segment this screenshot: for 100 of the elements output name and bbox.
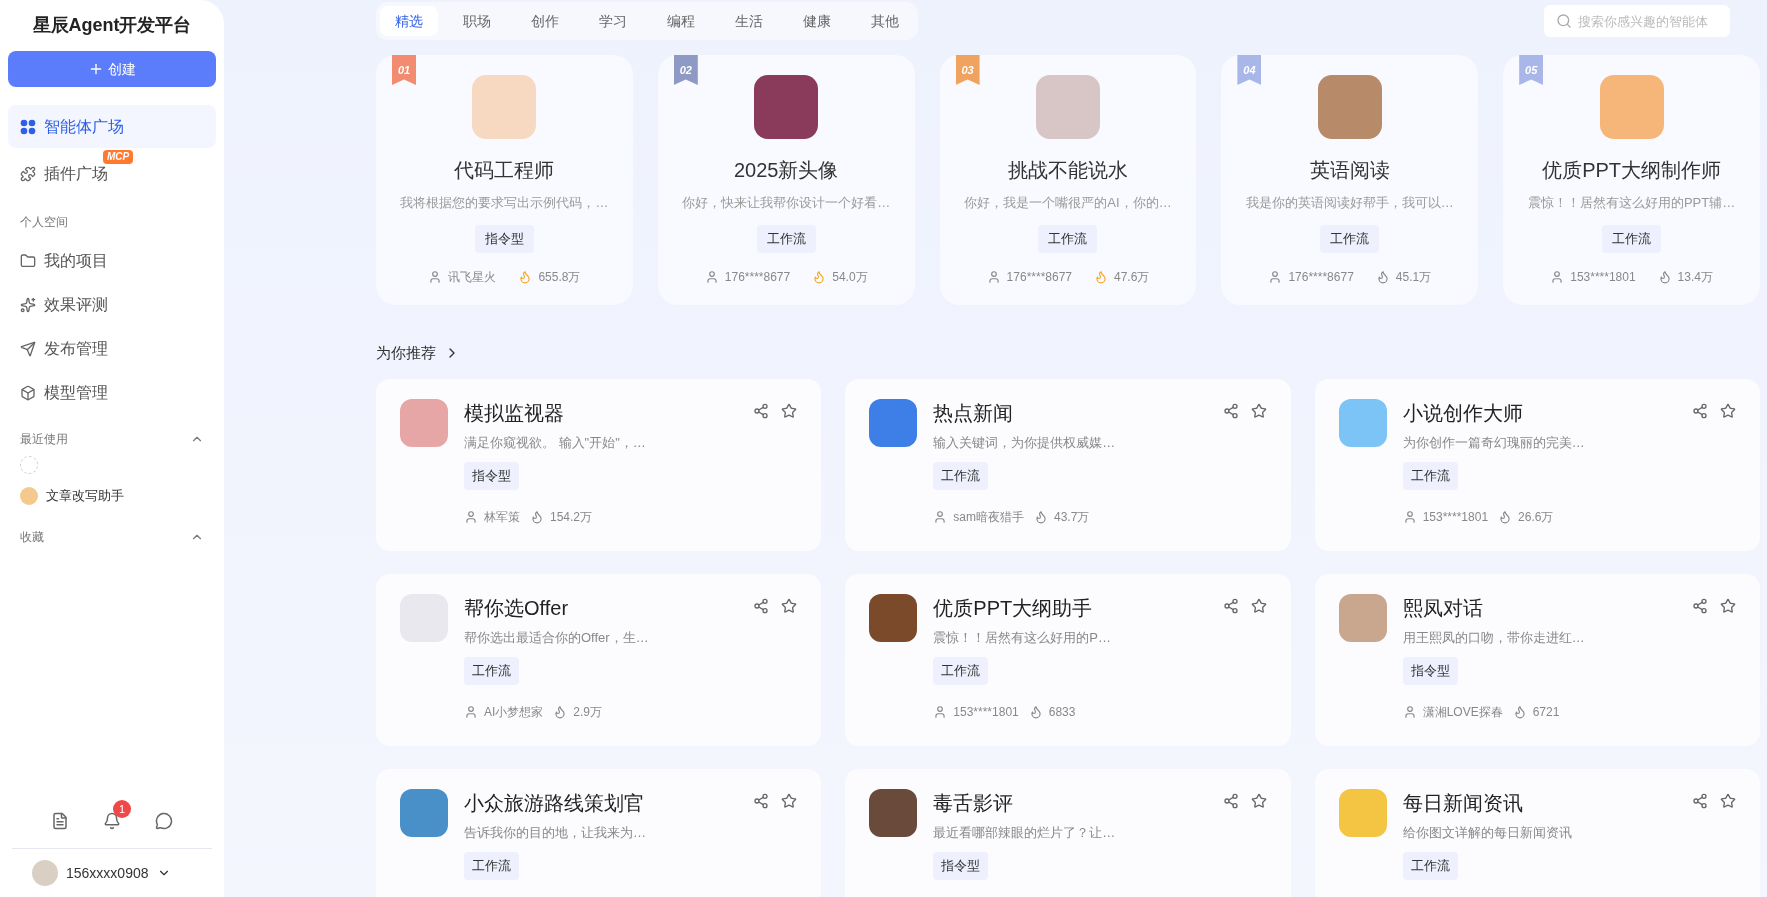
nav-item[interactable]: 我的项目 xyxy=(8,239,216,282)
cube-icon xyxy=(20,384,36,401)
star-icon[interactable] xyxy=(1720,792,1736,809)
agent-description: 最近看哪部辣眼的烂片了？让… xyxy=(933,823,1116,842)
nav-item[interactable]: 模型管理 xyxy=(8,371,216,414)
agent-card[interactable]: 01 代码工程师 我将根据您的要求写出示例代码，… 指令型 讯飞星火 655.8万 xyxy=(376,55,633,305)
flame-icon xyxy=(1028,705,1043,719)
category-tab[interactable]: 学习 xyxy=(584,6,642,36)
agent-title: 熙凤对话 xyxy=(1402,595,1483,621)
user-icon xyxy=(986,269,1001,284)
author-name: 林军策 xyxy=(484,509,520,526)
folder-icon xyxy=(20,252,36,269)
agent-card[interactable]: 05 优质PPT大纲制作师 震惊！！居然有这么好用的PPT辅… 工作流 153****1801 13.4万 xyxy=(1503,55,1760,305)
user-icon xyxy=(428,269,443,284)
share-icon[interactable] xyxy=(1222,402,1239,419)
agent-card[interactable]: 小说创作大师 为你创作一篇奇幻瑰丽的完美… 工作流 153****1801 26.6万 xyxy=(1314,378,1760,551)
flame-icon xyxy=(1034,510,1048,524)
star-icon[interactable] xyxy=(781,402,798,419)
heat-count: 6833 xyxy=(1048,704,1076,721)
user-icon xyxy=(704,269,719,284)
star-icon[interactable] xyxy=(1720,597,1736,614)
agent-title: 模拟监视器 xyxy=(464,400,564,426)
agent-title: 代码工程师 xyxy=(454,158,555,183)
sparkles-icon xyxy=(20,296,36,313)
user-icon xyxy=(1402,510,1417,524)
notification-badge: 1 xyxy=(113,800,131,818)
agent-card[interactable]: 每日新闻资讯 给你图文详解的每日新闻资讯 工作流 xyxy=(1314,768,1760,897)
create-button[interactable]: 创建 xyxy=(8,51,216,87)
author-name: 153****1801 xyxy=(1570,268,1636,286)
share-icon[interactable] xyxy=(753,597,770,614)
category-tab[interactable]: 健康 xyxy=(788,6,846,36)
nav-item[interactable]: 智能体广场 xyxy=(8,105,216,148)
puzzle-icon xyxy=(20,165,36,182)
agent-card[interactable]: 熙凤对话 用王熙凤的口吻，带你走进红… 指令型 潇湘LOVE探春 6721 xyxy=(1314,573,1760,746)
star-icon[interactable] xyxy=(1250,402,1267,419)
share-icon[interactable] xyxy=(1692,402,1708,419)
search-icon xyxy=(1556,13,1572,29)
user-icon xyxy=(1402,705,1417,719)
type-tag: 工作流 xyxy=(464,852,519,880)
category-tab[interactable]: 其他 xyxy=(856,6,914,36)
agent-image xyxy=(754,75,819,139)
star-icon[interactable] xyxy=(1720,402,1736,419)
type-tag: 指令型 xyxy=(464,462,519,490)
share-icon[interactable] xyxy=(753,792,770,809)
agent-image xyxy=(1317,75,1382,139)
heat-count: 6721 xyxy=(1532,704,1560,721)
agent-card[interactable]: 热点新闻 输入关键词，为你提供权威媒… 工作流 sam暗夜猎手 43.7万 xyxy=(845,378,1291,551)
author-name: sam暗夜猎手 xyxy=(953,509,1024,526)
agent-title: 帮你选Offer xyxy=(464,595,569,621)
agent-title: 热点新闻 xyxy=(933,400,1014,426)
heat-count: 47.6万 xyxy=(1114,268,1150,286)
chat-icon[interactable] xyxy=(155,812,173,830)
section-link[interactable]: 为你推荐 xyxy=(376,342,1760,365)
category-tab[interactable]: 生活 xyxy=(720,6,778,36)
nav-item[interactable]: 效果评测 xyxy=(8,283,216,326)
star-icon[interactable] xyxy=(1250,792,1267,809)
nav-item[interactable]: 发布管理 xyxy=(8,327,216,370)
user-icon xyxy=(1268,269,1283,284)
nav-item[interactable]: MCP 插件广场 xyxy=(8,152,216,195)
search-field[interactable]: 搜索你感兴趣的智能体 xyxy=(1544,5,1730,37)
heat-count: 655.8万 xyxy=(538,268,581,286)
avatar-image xyxy=(32,860,58,886)
section-label: 个人空间 xyxy=(19,214,69,231)
share-icon[interactable] xyxy=(1692,792,1708,809)
category-tab[interactable]: 创作 xyxy=(516,6,574,36)
agent-description: 给你图文详解的每日新闻资讯 xyxy=(1402,823,1572,842)
section-label: 收藏 xyxy=(20,528,44,546)
agent-card[interactable]: 优质PPT大纲助手 震惊！！居然有这么好用的P… 工作流 153****1801 6833 xyxy=(845,573,1291,746)
share-icon[interactable] xyxy=(1222,597,1239,614)
user-icon xyxy=(933,705,948,719)
share-icon[interactable] xyxy=(1222,792,1239,809)
agent-image xyxy=(472,75,537,139)
bell-icon[interactable] xyxy=(103,812,121,830)
document-icon[interactable] xyxy=(51,812,69,830)
star-icon[interactable] xyxy=(781,597,798,614)
mcp-badge: MCP xyxy=(103,150,134,164)
share-icon[interactable] xyxy=(753,402,770,419)
user-menu[interactable]: 156xxxx0908 xyxy=(8,849,216,897)
category-tab[interactable]: 编程 xyxy=(652,6,710,36)
author-name: 176****8677 xyxy=(724,268,791,286)
heat-count: 43.7万 xyxy=(1054,509,1090,526)
agent-card[interactable]: 小众旅游路线策划官 告诉我你的目的地，让我来为… 工作流 xyxy=(376,768,822,897)
star-icon[interactable] xyxy=(781,792,798,809)
category-tab[interactable]: 精选 xyxy=(380,6,438,36)
share-icon[interactable] xyxy=(1692,597,1708,614)
type-tag: 工作流 xyxy=(464,657,519,685)
agent-image xyxy=(869,398,918,447)
category-tab[interactable]: 职场 xyxy=(448,6,506,36)
agent-description: 输入关键词，为你提供权威媒… xyxy=(933,433,1116,452)
star-icon[interactable] xyxy=(1250,597,1267,614)
agent-card[interactable]: 模拟监视器 满足你窥视欲。 输入"开始"，… 指令型 林军策 154.2万 xyxy=(376,378,822,551)
recent-item[interactable]: 文章改写助手 xyxy=(20,486,204,506)
user-icon xyxy=(464,705,478,719)
agent-card[interactable]: 毒舌影评 最近看哪部辣眼的烂片了？让… 指令型 xyxy=(845,768,1291,897)
agent-description: 为你创作一篇奇幻瑰丽的完美… xyxy=(1402,433,1585,452)
agent-title: 挑战不能说水 xyxy=(1008,158,1128,183)
agent-card[interactable]: 04 英语阅读 我是你的英语阅读好帮手，我可以… 工作流 176****8677 45.1万 xyxy=(1221,55,1479,305)
agent-image xyxy=(869,788,918,837)
avatar-image xyxy=(20,486,38,505)
agent-card[interactable]: 帮你选Offer 帮你选出最适合你的Offer，生… 工作流 AI小梦想家 2.9万 xyxy=(376,573,822,746)
